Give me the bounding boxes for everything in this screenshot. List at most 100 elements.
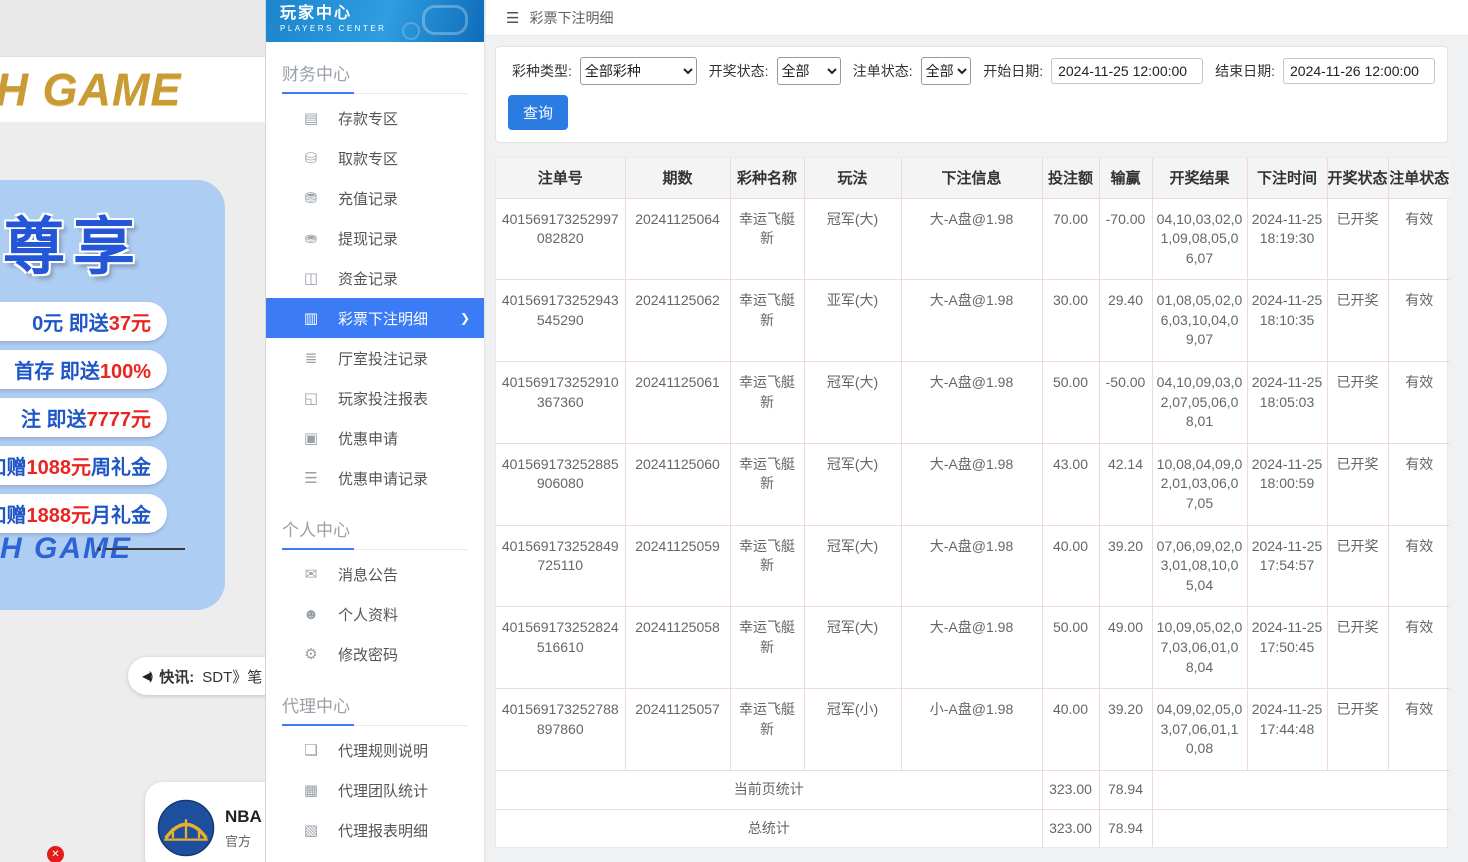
play-cell: 冠军(大) [804,525,901,607]
bell-icon: ✉ [302,565,320,583]
order-status-select[interactable]: 全部 [921,57,972,85]
sidebar-item-label: 消息公告 [338,564,398,585]
bet-amount-cell: 70.00 [1042,198,1099,280]
lottery-name-cell: 幸运飞艇新 [730,607,804,689]
promo-text: 加赠 [0,457,27,479]
period-cell: 20241125057 [625,689,730,771]
sidebar-item-agent-team-stats[interactable]: ▦ 代理团队统计 [266,770,484,810]
promo-banner: 尊享 0元 即送37元 首存 即送100% 注 即送7777元 加赠1088元周… [0,180,225,610]
draw-status-cell: 已开奖 [1327,198,1388,280]
col-draw-status: 开奖状态 [1327,158,1388,198]
period-cell: 20241125064 [625,198,730,280]
person-icon: ☻ [302,606,320,623]
sidebar-item-fund-records[interactable]: ◫ 资金记录 [266,258,484,298]
promo-highlight: 1888元 [27,505,92,527]
summary-row-total: 总统计 323.00 78.94 [496,809,1450,847]
filter-row: 彩种类型: 全部彩种 开奖状态: 全部 注单状态: 全部 开始日期: 结束日期: [508,57,1435,85]
promo-pill: 加赠1088元周礼金 [0,446,167,485]
sidebar-item-withdraw-records[interactable]: ⛂ 提现记录 [266,218,484,258]
result-cell: 04,09,02,05,03,07,06,01,10,08 [1152,689,1247,771]
search-button[interactable]: 查询 [508,95,568,130]
main-panel: ☰ 彩票下注明细 彩种类型: 全部彩种 开奖状态: 全部 注单状态: 全部 [486,0,1468,862]
sidebar-item-promo-apply-records[interactable]: ☰ 优惠申请记录 [266,458,484,498]
section-title-agent: 代理中心 [282,692,468,726]
cash-icon: ◫ [302,269,320,287]
bet-amount-cell: 40.00 [1042,525,1099,607]
table-header-row: 注单号 期数 彩种名称 玩法 下注信息 投注额 输赢 开奖结果 下注时间 开奖状… [496,158,1450,198]
document-icon: ❏ [302,741,320,759]
period-cell: 20241125060 [625,443,730,525]
team-logo-icon [157,799,215,857]
order-status-cell: 有效 [1388,607,1450,689]
breadcrumb-bar: ☰ 彩票下注明细 [486,0,1468,36]
lottery-name-cell: 幸运飞艇新 [730,280,804,362]
bet-time-cell: 2024-11-25 18:05:03 [1247,362,1327,444]
end-date-input[interactable] [1283,58,1435,84]
sidebar-menu-personal: ✉ 消息公告 ☻ 个人资料 ⚙ 修改密码 [266,554,484,674]
sidebar-item-withdraw-area[interactable]: ⛁ 取款专区 [266,138,484,178]
promo-text: 加赠 [0,505,27,527]
play-cell: 冠军(大) [804,362,901,444]
sidebar-item-label: 代理规则说明 [338,740,428,761]
sidebar-item-lottery-bet-details[interactable]: ▥ 彩票下注明细 ❯ [266,298,484,338]
close-icon[interactable]: ✕ [47,846,64,862]
draw-status-cell: 已开奖 [1327,362,1388,444]
sidebar-item-agent-report-details[interactable]: ▧ 代理报表明细 [266,810,484,850]
sidebar-item-recharge-records[interactable]: ⛃ 充值记录 [266,178,484,218]
draw-status-cell: 已开奖 [1327,607,1388,689]
sidebar-item-profile[interactable]: ☻ 个人资料 [266,594,484,634]
start-date-label: 开始日期: [983,61,1043,81]
sidebar-header: 玩家中心 PLAYERS CENTER [266,0,484,42]
bet-time-cell: 2024-11-25 17:50:45 [1247,607,1327,689]
col-winloss: 输赢 [1099,158,1152,198]
col-bet-amount: 投注额 [1042,158,1099,198]
sidebar-item-label: 彩票下注明细 [338,308,428,329]
bet-time-cell: 2024-11-25 17:44:48 [1247,689,1327,771]
period-cell: 20241125061 [625,362,730,444]
sidebar-item-agent-promotion[interactable]: ❮ 代理推广管理 [266,850,484,862]
chart-icon: ◱ [302,389,320,407]
sidebar-subtitle: PLAYERS CENTER [280,24,484,33]
filter-panel: 彩种类型: 全部彩种 开奖状态: 全部 注单状态: 全部 开始日期: 结束日期: [495,46,1448,143]
promo-highlight: 1088元 [27,457,92,479]
sidebar-item-label: 存款专区 [338,108,398,129]
lottery-name-cell: 幸运飞艇新 [730,525,804,607]
lottery-type-select[interactable]: 全部彩种 [580,57,697,85]
sidebar-item-agent-rules[interactable]: ❏ 代理规则说明 [266,730,484,770]
draw-status-select[interactable]: 全部 [777,57,841,85]
sidebar-menu-agent: ❏ 代理规则说明 ▦ 代理团队统计 ▧ 代理报表明细 ❮ 代理推广管理 [266,730,484,862]
bet-amount-cell: 50.00 [1042,362,1099,444]
bet-amount-cell: 43.00 [1042,443,1099,525]
result-cell: 04,10,03,02,01,09,08,05,06,07 [1152,198,1247,280]
draw-status-cell: 已开奖 [1327,689,1388,771]
order-no-cell: 401569173252849725110 [496,525,625,607]
promo-pill-list: 0元 即送37元 首存 即送100% 注 即送7777元 加赠1088元周礼金 … [0,302,225,533]
sidebar-item-hall-bet-records[interactable]: ≣ 厅室投注记录 [266,338,484,378]
order-status-cell: 有效 [1388,280,1450,362]
order-no-cell: 401569173252997082820 [496,198,625,280]
bet-table-card: 注单号 期数 彩种名称 玩法 下注信息 投注额 输赢 开奖结果 下注时间 开奖状… [495,157,1448,848]
sidebar-item-promo-apply[interactable]: ▣ 优惠申请 [266,418,484,458]
sidebar-item-messages[interactable]: ✉ 消息公告 [266,554,484,594]
sidebar-menu-finance: ▤ 存款专区 ⛁ 取款专区 ⛃ 充值记录 ⛂ 提现记录 ◫ 资金记录 ▥ 彩票下… [266,98,484,498]
hamburger-icon[interactable]: ☰ [506,9,519,27]
sidebar-item-deposit-area[interactable]: ▤ 存款专区 [266,98,484,138]
order-status-cell: 有效 [1388,689,1450,771]
promo-title: 尊享 [3,196,225,286]
start-date-input[interactable] [1051,58,1203,84]
bet-amount-cell: 40.00 [1042,689,1099,771]
result-cell: 10,09,05,02,07,03,06,01,08,04 [1152,607,1247,689]
nba-title: NBA [225,807,262,827]
order-no-cell: 401569173252885906080 [496,443,625,525]
sidebar-item-change-password[interactable]: ⚙ 修改密码 [266,634,484,674]
sidebar-item-player-bet-report[interactable]: ◱ 玩家投注报表 [266,378,484,418]
col-lottery-name: 彩种名称 [730,158,804,198]
logo-band: HH GAME [0,57,265,122]
lottery-name-cell: 幸运飞艇新 [730,362,804,444]
nba-text: NBA 官方 [225,807,262,850]
winloss-cell: 49.00 [1099,607,1152,689]
col-order-status: 注单状态 [1388,158,1450,198]
summary-label: 当前页统计 [496,770,1042,809]
main-content: 彩种类型: 全部彩种 开奖状态: 全部 注单状态: 全部 开始日期: 结束日期: [486,36,1468,862]
summary-bet-amount: 323.00 [1042,770,1099,809]
